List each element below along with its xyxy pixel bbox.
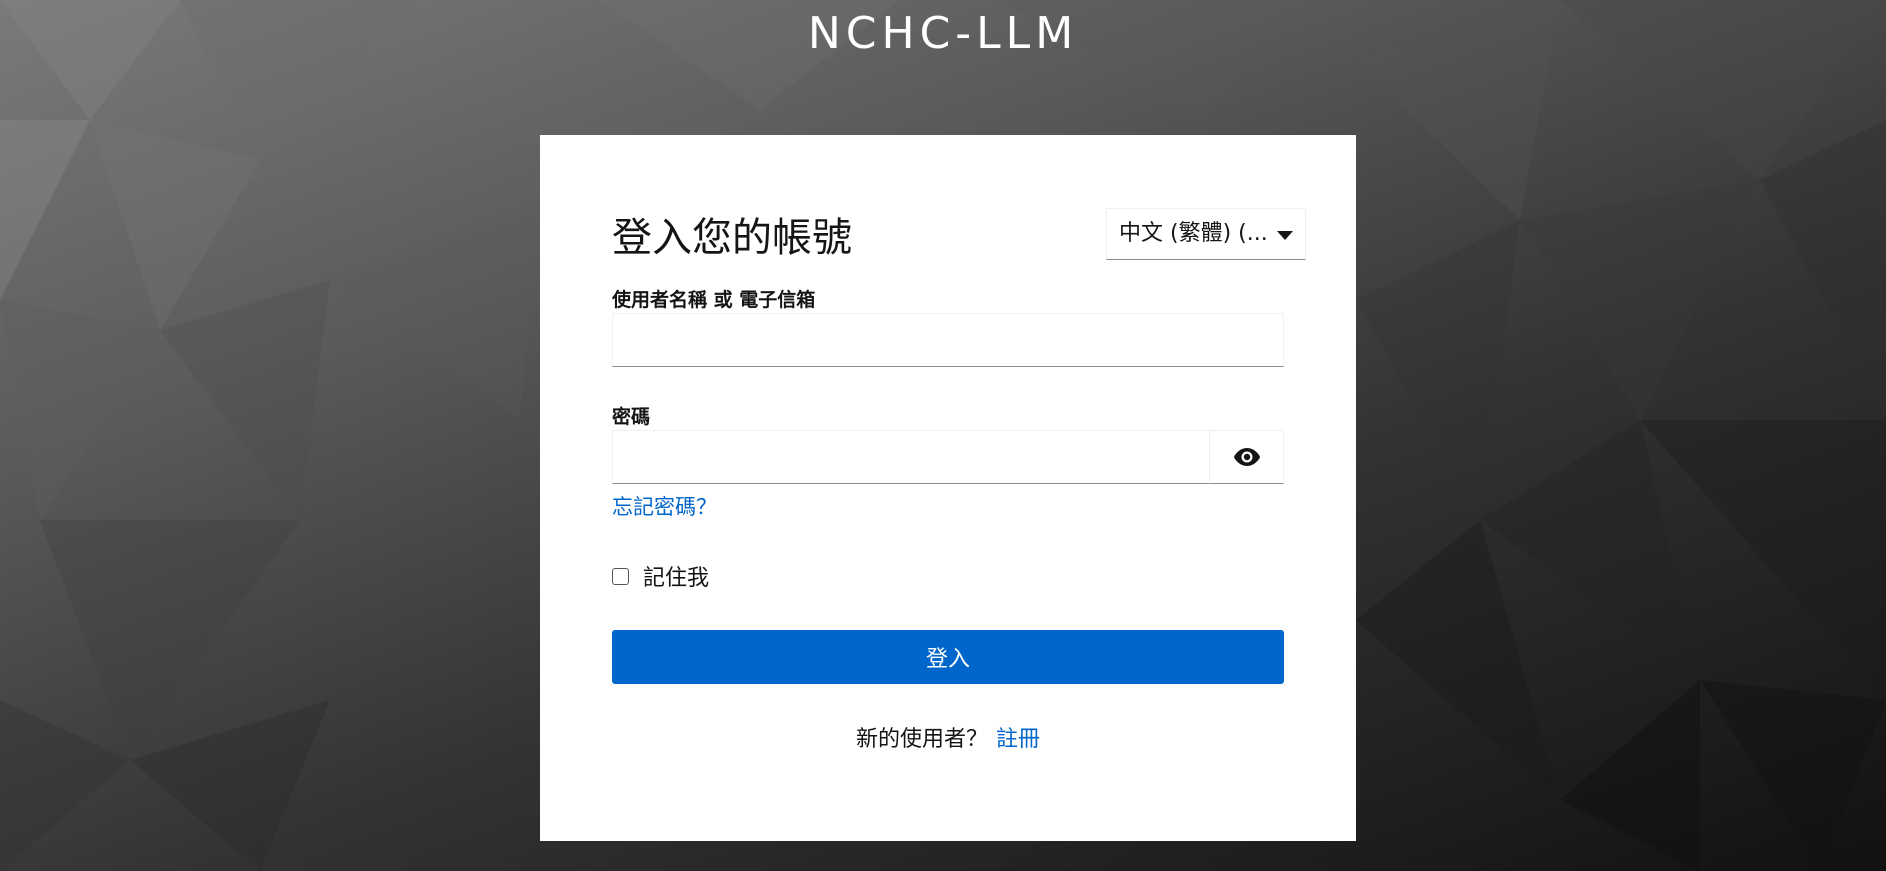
- show-password-button[interactable]: [1209, 430, 1284, 484]
- remember-me-row: 記住我: [612, 560, 709, 592]
- register-link[interactable]: 註冊: [996, 727, 1040, 752]
- language-select[interactable]: 中文 (繁體) (...: [1106, 208, 1306, 260]
- caret-down-icon: [1277, 231, 1293, 240]
- password-input[interactable]: [612, 430, 1209, 484]
- new-user-text: 新的使用者？: [855, 727, 988, 752]
- language-selected-label: 中文 (繁體) (...: [1119, 221, 1268, 246]
- login-card: 登入您的帳號 中文 (繁體) (... 使用者名稱 或 電子信箱 密碼 忘記密碼…: [540, 135, 1356, 841]
- remember-me-checkbox[interactable]: [612, 567, 629, 585]
- username-input[interactable]: [612, 313, 1284, 367]
- forgot-password-link[interactable]: 忘記密碼？: [612, 491, 717, 521]
- username-label: 使用者名稱 或 電子信箱: [612, 289, 816, 311]
- password-label: 密碼: [612, 406, 651, 428]
- remember-me-label[interactable]: 記住我: [643, 560, 709, 592]
- register-row: 新的使用者？ 註冊: [540, 721, 1356, 753]
- login-heading: 登入您的帳號: [612, 215, 852, 261]
- site-title: NCHC-LLM: [807, 8, 1079, 59]
- login-button[interactable]: 登入: [612, 630, 1284, 684]
- eye-icon: [1233, 448, 1260, 466]
